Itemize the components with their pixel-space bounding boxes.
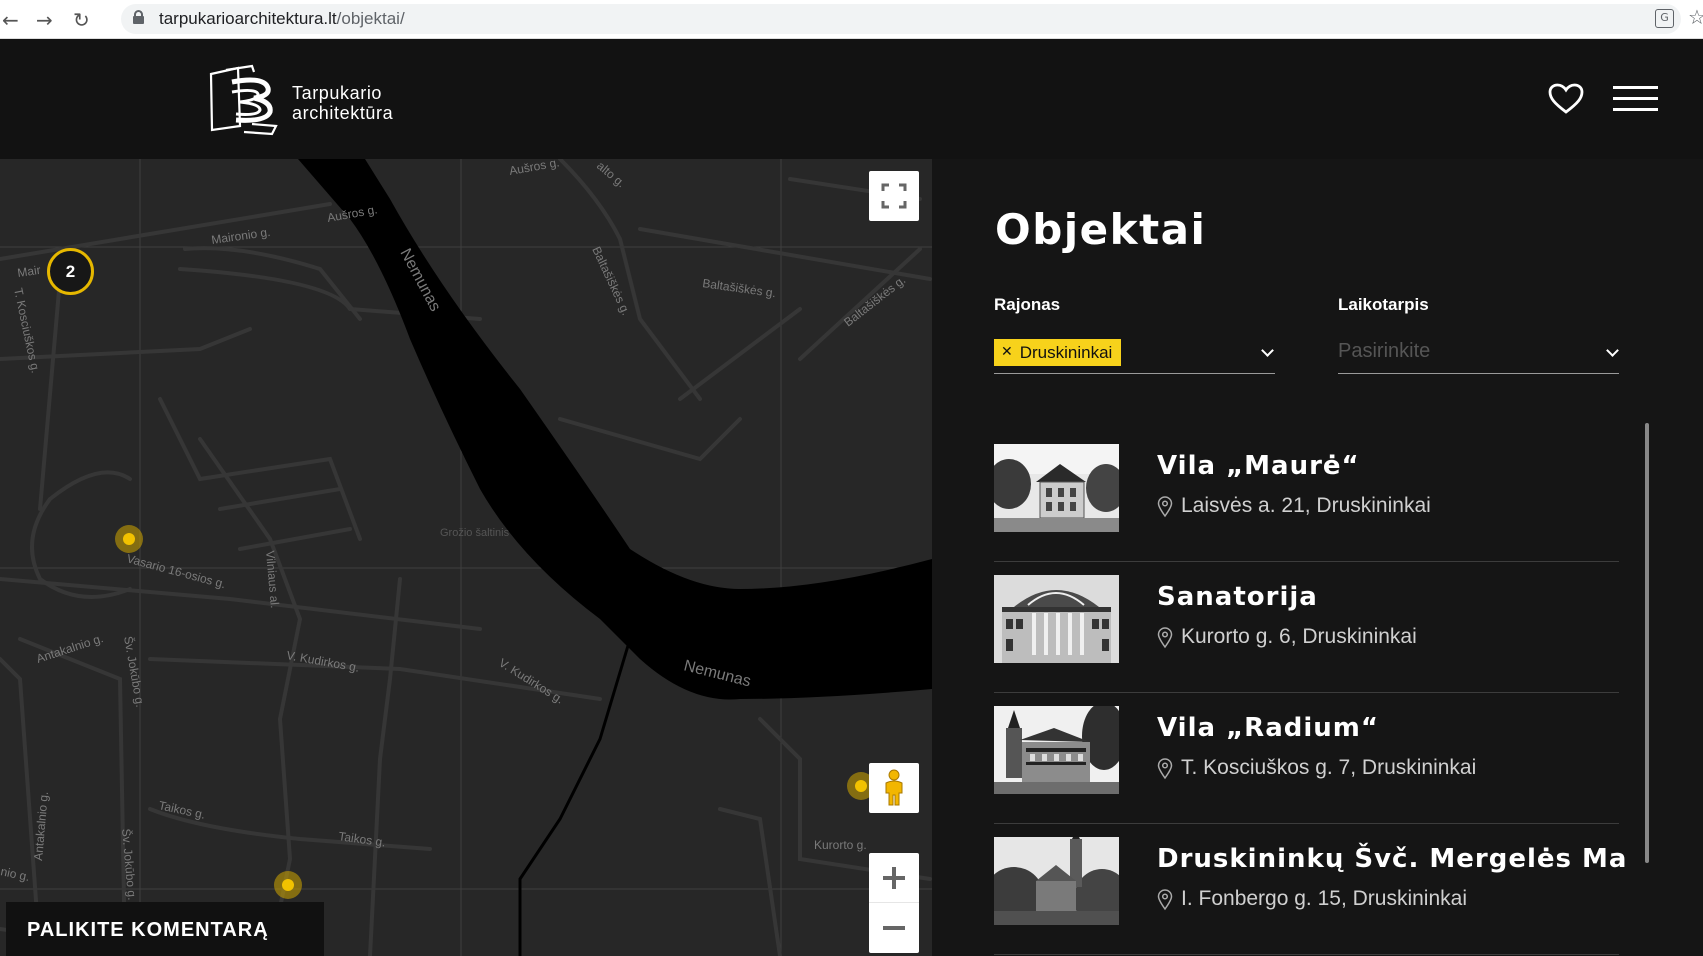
map-label-grozio: Grožio šaltinis — [440, 527, 510, 539]
bookmark-star-icon[interactable]: ☆ — [1688, 5, 1703, 29]
map-label-alto: alto g. — [594, 159, 628, 190]
url-domain: tarpukarioarchitektura.lt — [159, 9, 337, 28]
object-title[interactable]: Sanatorija — [1157, 582, 1318, 612]
list-scrollbar[interactable] — [1645, 423, 1649, 863]
browser-toolbar: ← → ↻ tarpukarioarchitektura.lt/objektai… — [0, 0, 1703, 39]
object-list-item[interactable]: Sanatorija Kurorto g. 6, Druskininkai — [994, 562, 1619, 693]
forward-arrow-icon[interactable]: → — [36, 8, 53, 32]
remove-tag-icon[interactable]: ✕ — [1001, 344, 1013, 360]
map-label-kosciuskos: T. Kosciuškos g. — [11, 287, 43, 375]
url-path: /objektai/ — [336, 9, 405, 28]
translate-icon[interactable]: G — [1655, 9, 1674, 28]
map-label-maironio: Maironio g. — [210, 225, 271, 247]
map-label-kudirkos-2: V. Kudirkos g. — [496, 656, 566, 707]
object-address: Kurorto g. 6, Druskininkai — [1181, 625, 1417, 648]
lock-icon[interactable] — [133, 10, 144, 24]
zoom-in-button[interactable] — [869, 853, 919, 903]
object-thumbnail[interactable] — [994, 706, 1119, 794]
district-tag-label: Druskininkai — [1019, 343, 1113, 362]
map-label-antakalnio-2: Antakalnio g. — [31, 791, 51, 861]
map-label-kurorto: Kurorto g. — [814, 838, 867, 852]
object-title[interactable]: Druskininkų Švč. Mergelės Ma — [1157, 844, 1627, 874]
map-label-baltasiskes-2: Baltašiškės g. — [702, 276, 777, 300]
map-label-kudirkos-1: V. Kudirkos g. — [285, 648, 360, 675]
object-address: Laisvės a. 21, Druskininkai — [1181, 494, 1431, 517]
fullscreen-icon — [881, 183, 907, 209]
map-label-vasario: Vasario 16-osios g. — [125, 551, 227, 591]
location-pin-icon — [1157, 627, 1173, 649]
object-thumbnail[interactable] — [994, 837, 1119, 925]
map-label-mair: Mair — [16, 263, 41, 280]
map-label-baltasiskes-1: Baltašiškės g. — [589, 244, 633, 317]
logo-line-1: Tarpukario — [292, 83, 383, 103]
menu-hamburger-icon[interactable] — [1613, 86, 1658, 112]
object-list-item[interactable]: Druskininkų Švč. Mergelės Ma I. Fonbergo… — [994, 824, 1626, 955]
map-label-ausros-1: Aušros g. — [508, 159, 560, 178]
pegman-icon — [885, 769, 903, 806]
object-list-item[interactable]: Vila „Maurė“ Laisvės a. 21, Druskininkai — [994, 431, 1619, 562]
favorites-heart-icon[interactable] — [1548, 83, 1584, 120]
location-pin-icon — [1157, 758, 1173, 780]
back-arrow-icon[interactable]: ← — [2, 8, 19, 32]
district-selected-tag[interactable]: ✕ Druskininkai — [994, 339, 1122, 366]
map-label-sv-jokubo-1: Šv. Jokūbo g. — [121, 635, 148, 708]
logo-line-2: architektūra — [292, 103, 394, 123]
reload-icon[interactable]: ↻ — [73, 8, 90, 32]
map-marker-cluster[interactable]: 2 — [47, 248, 94, 295]
map-area[interactable]: Aušros g. Aušros g. Maironio g. Mair T. … — [0, 159, 932, 956]
period-placeholder: Pasirinkite — [1338, 340, 1431, 362]
object-address: I. Fonbergo g. 15, Druskininkai — [1181, 887, 1467, 910]
map-marker[interactable] — [115, 525, 143, 553]
site-logo-icon[interactable] — [206, 64, 280, 141]
object-address: T. Kosciuškos g. 7, Druskininkai — [1181, 756, 1477, 779]
map-canvas: Aušros g. Aušros g. Maironio g. Mair T. … — [0, 159, 932, 956]
leave-comment-button[interactable]: PALIKITE KOMENTARĄ — [6, 902, 324, 956]
page-title: Objektai — [995, 205, 1207, 254]
object-thumbnail[interactable] — [994, 575, 1119, 663]
location-pin-icon — [1157, 889, 1173, 911]
url-text[interactable]: tarpukarioarchitektura.lt/objektai/ — [159, 9, 405, 29]
district-filter-label: Rajonas — [994, 295, 1061, 314]
site-logo-text[interactable]: Tarpukario architektūra — [292, 83, 393, 123]
object-title[interactable]: Vila „Maurė“ — [1157, 451, 1360, 481]
period-filter-label: Laikotarpis — [1338, 295, 1429, 314]
map-label-baltasiskes-3: Baltašiškės g. — [841, 273, 908, 330]
object-list-item[interactable]: Vila „Radium“ T. Kosciuškos g. 7, Druski… — [994, 693, 1619, 824]
location-pin-icon — [1157, 496, 1173, 518]
map-label-taikos-2: Taikos g. — [338, 829, 387, 849]
object-thumbnail[interactable] — [994, 444, 1119, 532]
map-marker[interactable] — [274, 871, 302, 899]
object-title[interactable]: Vila „Radium“ — [1157, 713, 1379, 743]
zoom-out-button[interactable] — [869, 903, 919, 953]
street-view-pegman-button[interactable] — [869, 763, 919, 813]
map-label-nio: nio g. — [0, 864, 31, 884]
fullscreen-button[interactable] — [869, 171, 919, 221]
